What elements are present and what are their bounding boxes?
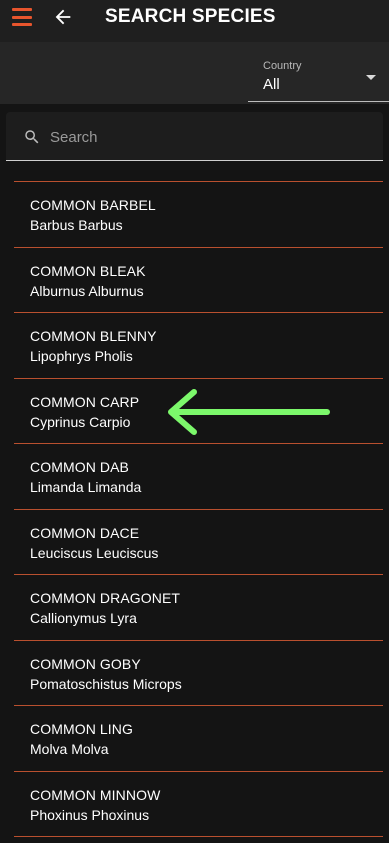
species-common-name: COMMON BLENNY (30, 328, 157, 344)
species-latin-name: Limanda Limanda (30, 479, 142, 495)
species-item-common-dace[interactable]: COMMON DACE Leuciscus Leuciscus (14, 510, 383, 575)
species-common-name: COMMON MINNOW (30, 786, 161, 803)
species-item-common-blenny[interactable]: COMMON BLENNY Lipophrys Pholis (14, 313, 383, 379)
species-common-name: COMMON GOBY (30, 655, 141, 672)
species-latin-name: Alburnus Alburnus (30, 282, 144, 299)
species-latin-name: Phoxinus Phoxinus (30, 806, 150, 823)
filter-bar: Country All (0, 42, 389, 104)
page-title: SEARCH SPECIES (105, 6, 276, 27)
species-item-common-barbel[interactable]: COMMON BARBEL Barbus Barbus (14, 182, 383, 248)
country-selected-value: All (263, 76, 280, 93)
species-common-name: COMMON DAB (30, 459, 129, 475)
species-common-name: COMMON DRAGONET (30, 590, 181, 606)
species-item-common-ling[interactable]: COMMON LING Molva Molva (14, 706, 383, 772)
species-latin-name: Leuciscus Leuciscus (30, 544, 159, 561)
species-latin-name: Callionymus Lyra (30, 610, 137, 626)
search-input[interactable] (50, 124, 370, 150)
species-item-common-dab[interactable]: COMMON DAB Limanda Limanda (14, 444, 383, 510)
species-common-name: COMMON LING (30, 721, 133, 737)
hamburger-menu-icon[interactable] (12, 8, 32, 26)
species-latin-name: Cyprinus Carpio (30, 413, 131, 430)
species-common-name: COMMON BLEAK (30, 262, 146, 279)
arrow-left-annotation-icon (168, 389, 330, 435)
search-species-screen: SEARCH SPECIES Country All COMMON BARBEL… (0, 0, 389, 843)
arrow-left-icon[interactable] (52, 6, 74, 28)
search-icon (25, 130, 39, 144)
species-latin-name: Barbus Barbus (30, 217, 123, 233)
species-latin-name: Pomatoschistus Microps (30, 675, 182, 692)
species-item-common-dragonet[interactable]: COMMON DRAGONET Callionymus Lyra (14, 575, 383, 641)
country-dropdown[interactable]: Country All (248, 54, 389, 102)
species-item-common-minnow[interactable]: COMMON MINNOW Phoxinus Phoxinus (14, 772, 383, 837)
species-item-common-goby[interactable]: COMMON GOBY Pomatoschistus Microps (14, 641, 383, 706)
species-common-name: COMMON DACE (30, 524, 140, 541)
chevron-down-icon (366, 75, 376, 80)
species-common-name: COMMON BARBEL (30, 197, 156, 213)
species-latin-name: Lipophrys Pholis (30, 348, 133, 364)
app-header: SEARCH SPECIES (0, 0, 389, 42)
country-label: Country (263, 60, 302, 72)
species-item-common-bleak[interactable]: COMMON BLEAK Alburnus Alburnus (14, 248, 383, 313)
search-field[interactable] (6, 112, 383, 161)
species-latin-name: Molva Molva (30, 741, 109, 757)
species-list: COMMON BARBEL Barbus Barbus COMMON BLEAK… (14, 181, 383, 837)
species-common-name: COMMON CARP (30, 393, 140, 410)
